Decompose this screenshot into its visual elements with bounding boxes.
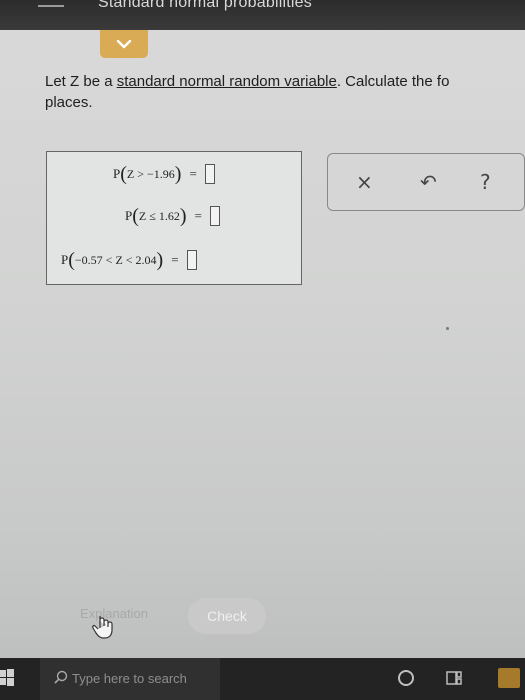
close-paren: ) [156,249,164,271]
explanation-button[interactable]: Explanation [68,606,160,624]
question-prefix: Let Z be a [45,73,117,90]
open-paren: ( [132,205,139,227]
standard-normal-link[interactable]: standard normal random variable [117,73,337,90]
open-paren: ( [68,249,75,271]
decorative-dot [446,327,449,330]
equals-sign: = [194,208,202,223]
menu-dash[interactable] [38,5,64,7]
equals-sign: = [171,252,179,267]
app-screen: Standard normal probabilities Let Z be a… [0,0,525,658]
window-title: Standard normal probabilities [98,0,312,11]
title-bar: Standard normal probabilities [0,0,525,30]
clear-button[interactable]: × [356,170,373,194]
help-button[interactable]: ? [480,170,491,194]
cortana-icon[interactable] [398,670,414,686]
undo-button[interactable]: ↶ [420,170,437,194]
open-paren: ( [120,163,127,185]
prob-expression: −0.57 < Z < 2.04 [74,252,157,267]
equals-sign: = [189,166,197,181]
prob-label: P [61,252,69,267]
prob-expression: Z ≤ 1.62 [138,208,180,223]
search-icon [54,670,68,684]
search-placeholder: Type here to search [72,671,187,686]
probability-row-3: P ( −0.57 < Z < 2.04 ) = [61,250,197,270]
close-paren: ) [174,163,182,185]
taskbar-app-icon[interactable] [498,668,520,688]
prob-expression: Z > −1.96 [126,166,175,181]
collapse-button[interactable] [100,30,148,58]
prob-label: P [125,208,133,223]
taskbar-search[interactable]: Type here to search [40,658,220,700]
question-suffix: . Calculate the fo [336,73,450,90]
windows-start-icon[interactable] [0,669,14,687]
question-line2: places. [45,94,93,111]
probability-row-1: P ( Z > −1.96 ) = [113,164,215,184]
answer-input-3[interactable] [186,250,197,270]
answer-input-1[interactable] [204,164,215,184]
task-view-icon[interactable] [446,670,462,686]
check-button[interactable]: Check [188,598,266,634]
tool-box: × ↶ ? [327,153,525,211]
probability-row-2: P ( Z ≤ 1.62 ) = [125,206,220,226]
question-text: Let Z be a standard normal random variab… [45,71,525,113]
close-paren: ) [179,205,187,227]
chevron-down-icon [116,39,132,49]
answer-input-2[interactable] [209,206,220,226]
answer-box: P ( Z > −1.96 ) = P ( Z ≤ 1.62 ) = P ( −… [46,151,302,285]
prob-label: P [113,166,121,181]
hand-cursor-icon [92,616,113,639]
